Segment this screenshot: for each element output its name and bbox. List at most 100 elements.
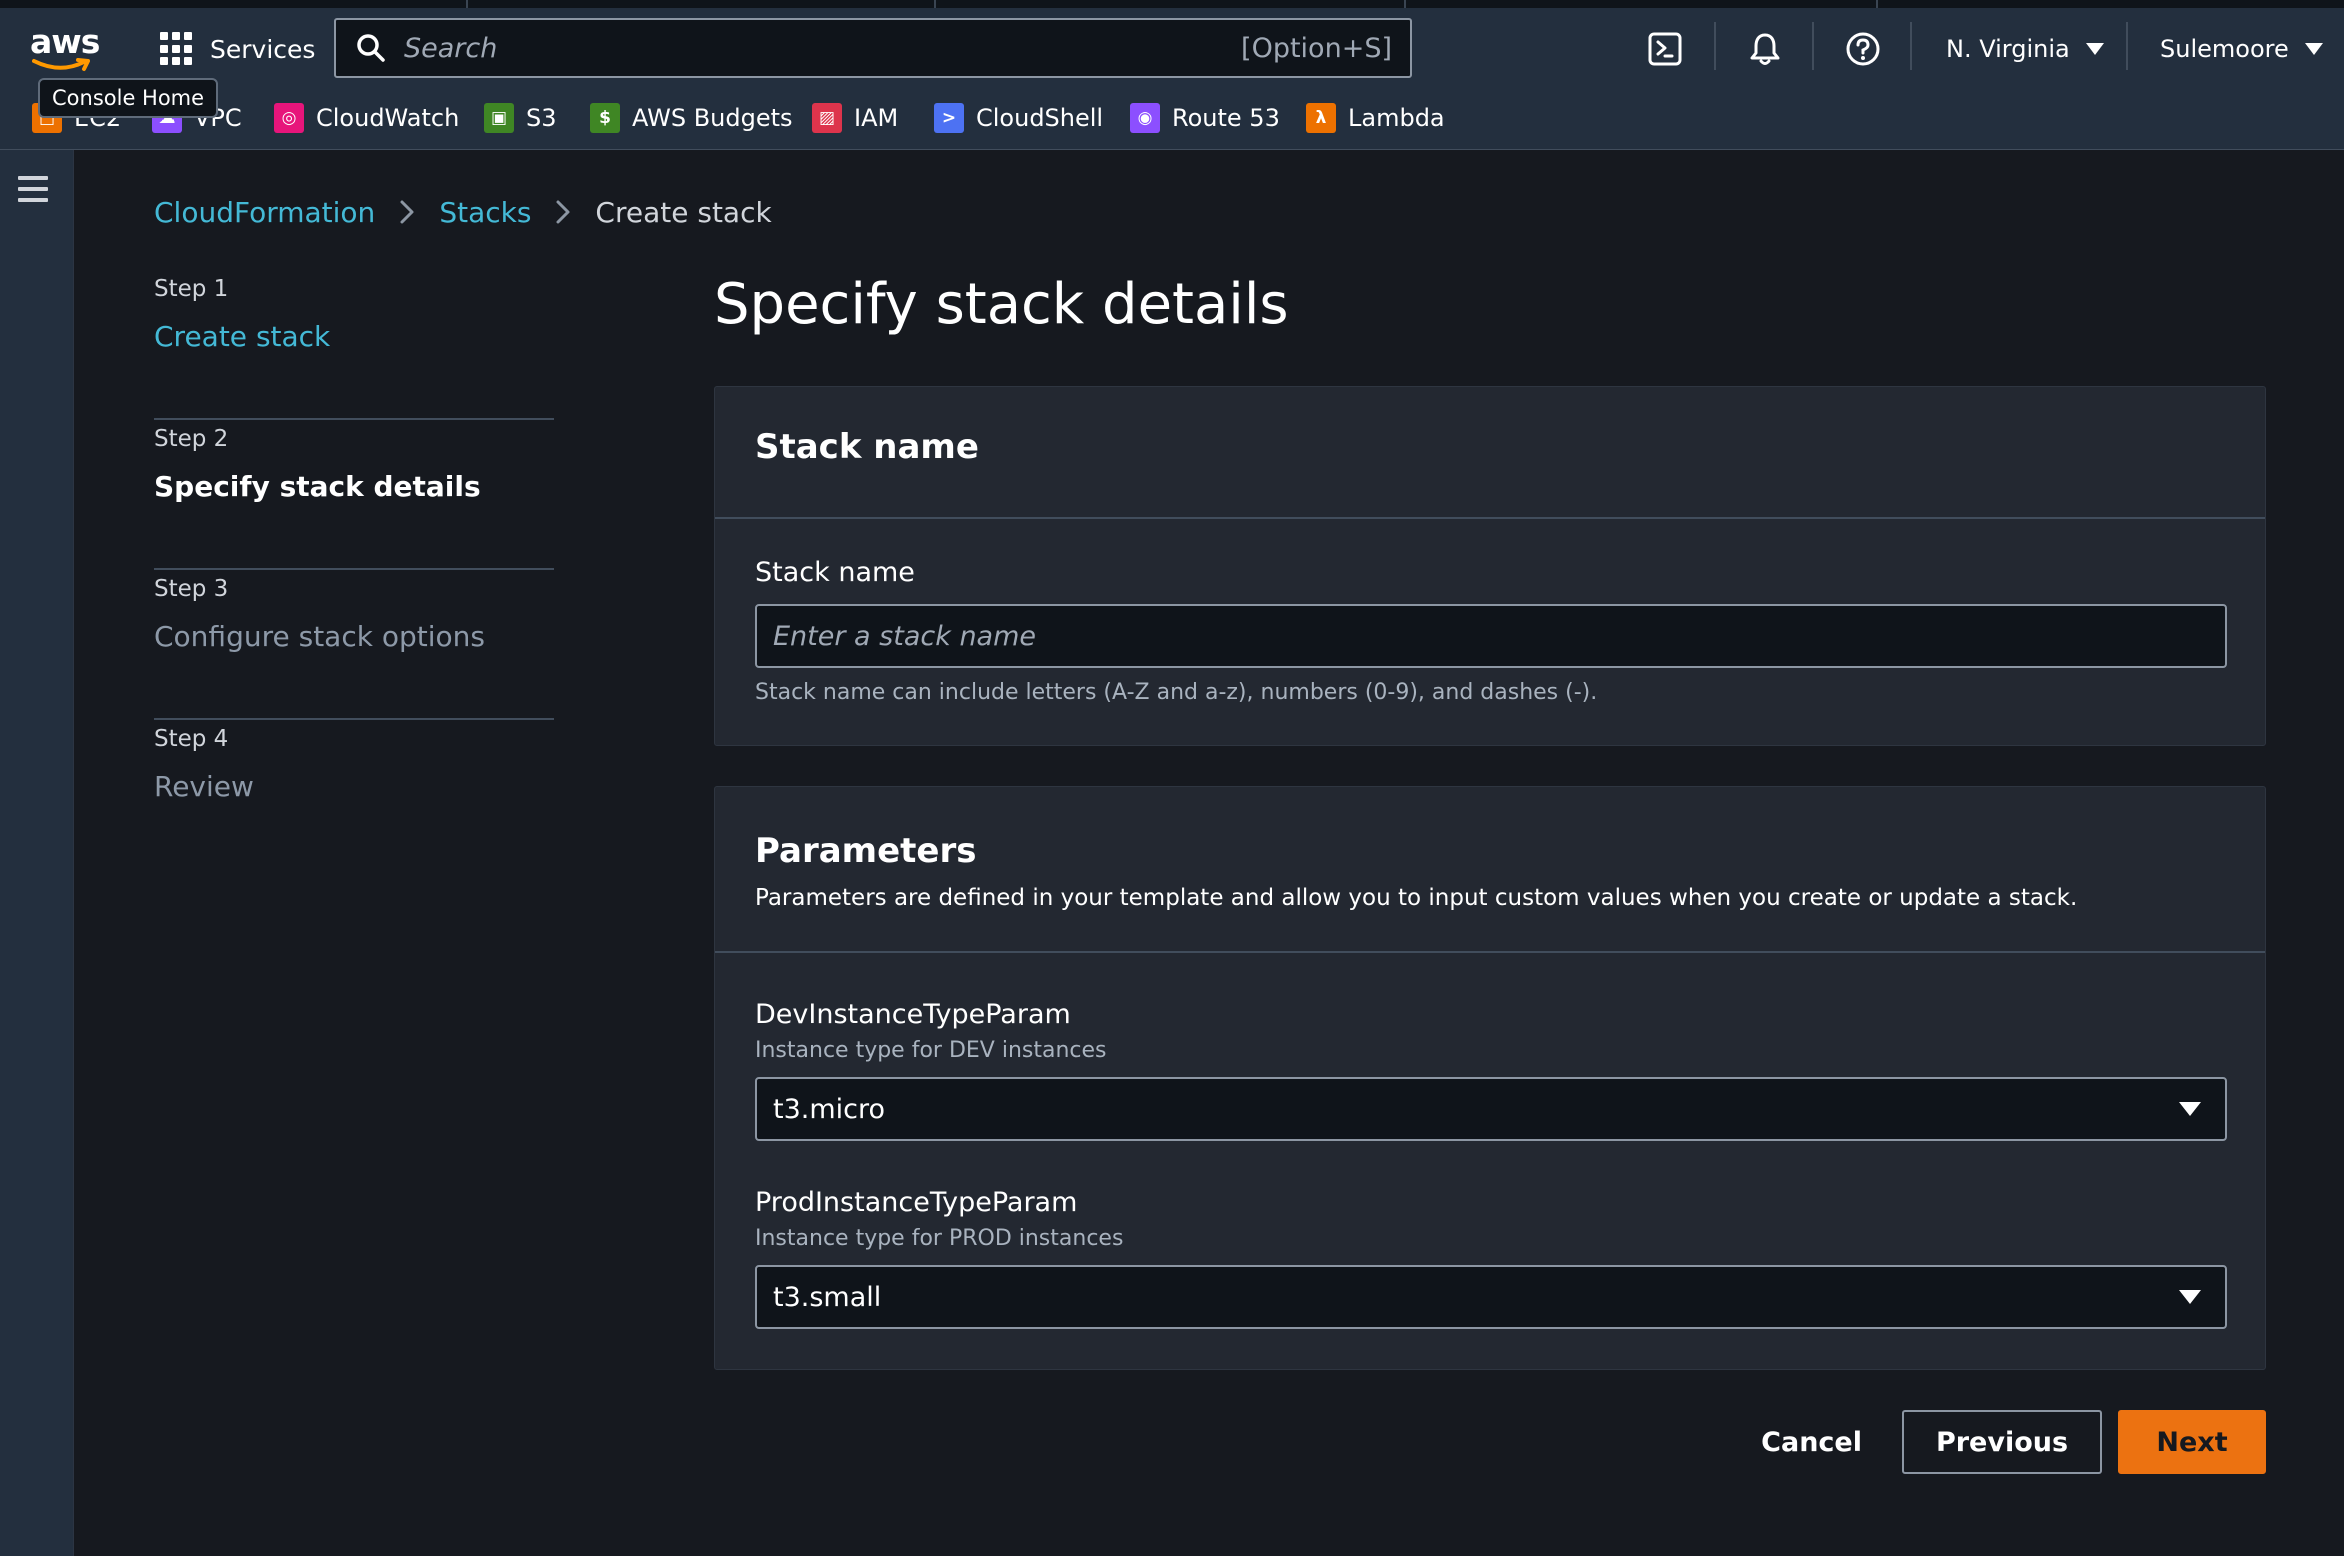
- search-input[interactable]: [402, 31, 1242, 65]
- favorite-label: IAM: [854, 104, 899, 132]
- parameters-body: DevInstanceTypeParam Instance type for D…: [715, 953, 2265, 1329]
- region-selector[interactable]: N. Virginia: [1946, 26, 2104, 72]
- terminal-icon: [1648, 32, 1682, 66]
- caret-down-icon: [2179, 1102, 2201, 1116]
- wizard-step-3: Step 3 Configure stack options: [154, 570, 554, 720]
- chevron-right-icon: [555, 199, 571, 225]
- breadcrumb-stacks[interactable]: Stacks: [439, 196, 531, 229]
- console-home-tooltip: Console Home: [38, 78, 219, 118]
- favorite-lambda[interactable]: λ Lambda: [1306, 96, 1445, 140]
- region-label: N. Virginia: [1946, 35, 2070, 63]
- help-button[interactable]: [1840, 26, 1886, 72]
- cloudshell-button[interactable]: [1642, 26, 1688, 72]
- step-configure-options: Configure stack options: [154, 620, 485, 653]
- stack-name-label: Stack name: [755, 557, 915, 588]
- step-current-specify-details: Specify stack details: [154, 470, 481, 503]
- prod-instance-type-select[interactable]: t3.small: [755, 1265, 2227, 1329]
- cloudwatch-icon: ◎: [274, 103, 304, 133]
- chevron-right-icon: [399, 199, 415, 225]
- wizard-step-2: Step 2 Specify stack details: [154, 420, 554, 570]
- aws-smile-icon: [32, 58, 90, 71]
- wizard-steps: Step 1 Create stack Step 2 Specify stack…: [154, 270, 554, 870]
- budgets-icon: $: [590, 103, 620, 133]
- breadcrumb-current: Create stack: [595, 195, 772, 229]
- favorite-label: Route 53: [1172, 104, 1280, 132]
- form-actions: Cancel Previous Next: [1741, 1410, 2266, 1474]
- breadcrumb-cloudformation[interactable]: CloudFormation: [154, 196, 375, 229]
- favorite-label: AWS Budgets: [632, 104, 793, 132]
- select-value: t3.micro: [773, 1093, 886, 1125]
- favorite-iam[interactable]: ▨ IAM: [812, 96, 898, 140]
- cloudshell-icon: >: [934, 103, 964, 133]
- parameter-prod-instance-type: ProdInstanceTypeParam Instance type for …: [755, 1187, 2227, 1329]
- help-icon: [1846, 32, 1880, 66]
- caret-down-icon: [2304, 43, 2323, 55]
- cancel-button[interactable]: Cancel: [1741, 1410, 1902, 1474]
- parameter-label: DevInstanceTypeParam: [755, 999, 1071, 1030]
- favorite-cloudwatch[interactable]: ◎ CloudWatch: [274, 96, 459, 140]
- account-name: Sulemoore: [2160, 35, 2289, 63]
- top-navigation: aws Services [Option+S]: [0, 0, 2344, 150]
- favorite-label: CloudWatch: [316, 104, 460, 132]
- step-number: Step 2: [154, 426, 229, 452]
- parameter-description: Instance type for DEV instances: [755, 1038, 1107, 1063]
- stack-name-header: Stack name: [715, 387, 2265, 519]
- search-icon: [357, 34, 385, 62]
- breadcrumb: CloudFormation Stacks Create stack: [154, 190, 772, 234]
- step-link-create-stack[interactable]: Create stack: [154, 320, 554, 353]
- select-value: t3.small: [773, 1281, 882, 1313]
- stack-name-body: Stack name Stack name can include letter…: [715, 519, 2265, 705]
- stack-name-heading: Stack name: [755, 427, 979, 467]
- step-number: Step 3: [154, 576, 229, 602]
- wizard-step-4: Step 4 Review: [154, 720, 554, 870]
- menu-toggle-icon[interactable]: [18, 176, 50, 204]
- global-search[interactable]: [Option+S]: [334, 18, 1412, 78]
- nav-separator: [1910, 22, 1912, 70]
- favorite-label: S3: [526, 104, 557, 132]
- next-button[interactable]: Next: [2118, 1410, 2266, 1474]
- favorite-label: Lambda: [1348, 104, 1445, 132]
- nav-separator: [1812, 22, 1814, 70]
- services-grid-icon: [160, 32, 194, 66]
- side-navigation-rail: [0, 150, 74, 1556]
- aws-logo[interactable]: aws: [28, 22, 100, 72]
- step-number: Step 4: [154, 726, 229, 752]
- parameter-label: ProdInstanceTypeParam: [755, 1187, 1078, 1218]
- previous-button[interactable]: Previous: [1902, 1410, 2102, 1474]
- route53-icon: ◉: [1130, 103, 1160, 133]
- stack-name-input[interactable]: [755, 604, 2227, 668]
- parameters-container: Parameters Parameters are defined in you…: [714, 786, 2266, 1370]
- favorite-label: CloudShell: [976, 104, 1104, 132]
- favorite-budgets[interactable]: $ AWS Budgets: [590, 96, 793, 140]
- stack-name-constraint: Stack name can include letters (A-Z and …: [755, 680, 1598, 705]
- page-title: Specify stack details: [714, 272, 1289, 337]
- favorites-bar: □ EC2 ☁ VPC ◎ CloudWatch ▣ S3 $ AWS Budg…: [0, 96, 2344, 140]
- caret-down-icon: [2085, 43, 2104, 55]
- lambda-icon: λ: [1306, 103, 1336, 133]
- iam-icon: ▨: [812, 103, 842, 133]
- services-menu-button[interactable]: Services: [160, 26, 315, 72]
- browser-tab-strip: [0, 0, 2344, 8]
- favorite-s3[interactable]: ▣ S3: [484, 96, 557, 140]
- parameter-description: Instance type for PROD instances: [755, 1226, 1124, 1251]
- favorite-cloudshell[interactable]: > CloudShell: [934, 96, 1103, 140]
- caret-down-icon: [2179, 1290, 2201, 1304]
- favorite-route53[interactable]: ◉ Route 53: [1130, 96, 1280, 140]
- s3-icon: ▣: [484, 103, 514, 133]
- nav-separator: [2126, 22, 2128, 70]
- parameters-heading: Parameters: [755, 831, 977, 871]
- aws-logo-text: aws: [30, 22, 100, 61]
- wizard-step-1: Step 1 Create stack: [154, 270, 554, 420]
- step-review: Review: [154, 770, 254, 803]
- bell-icon: [1750, 33, 1780, 65]
- step-number: Step 1: [154, 276, 229, 302]
- parameter-dev-instance-type: DevInstanceTypeParam Instance type for D…: [755, 999, 2227, 1141]
- search-shortcut-hint: [Option+S]: [1241, 32, 1392, 64]
- dev-instance-type-select[interactable]: t3.micro: [755, 1077, 2227, 1141]
- services-label: Services: [210, 34, 316, 64]
- notifications-button[interactable]: [1742, 26, 1788, 72]
- parameters-header: Parameters Parameters are defined in you…: [715, 787, 2265, 953]
- stack-name-container: Stack name Stack name Stack name can inc…: [714, 386, 2266, 746]
- nav-separator: [1714, 22, 1716, 70]
- account-menu[interactable]: Sulemoore: [2160, 26, 2323, 72]
